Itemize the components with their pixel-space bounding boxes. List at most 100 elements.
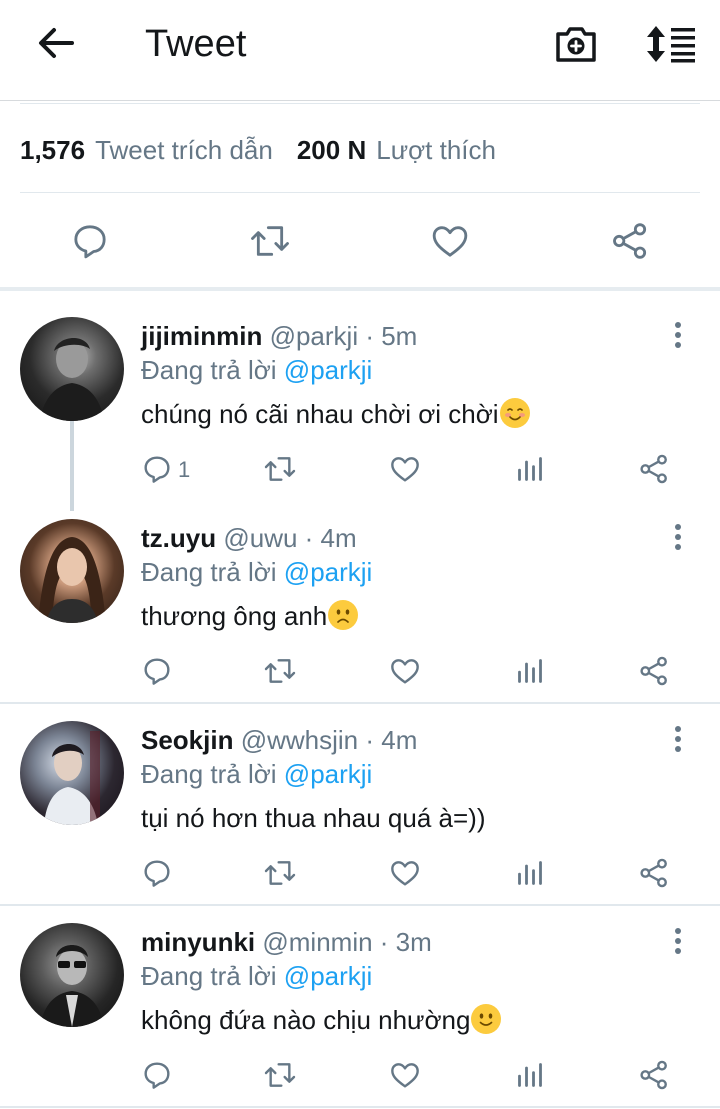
- reply-count: 1: [178, 457, 191, 482]
- divider: [0, 702, 720, 704]
- analytics-icon: [518, 1063, 542, 1087]
- like-button[interactable]: [385, 1055, 425, 1095]
- divider: [0, 1106, 720, 1108]
- divider: [0, 904, 720, 906]
- analytics-button[interactable]: [510, 651, 550, 691]
- more-options-button[interactable]: [660, 313, 696, 357]
- top-bar: Tweet: [0, 0, 720, 101]
- retweet-button[interactable]: [260, 1055, 300, 1095]
- retweet-button[interactable]: [260, 449, 300, 489]
- like-icon: [432, 226, 468, 257]
- likes-label[interactable]: Lượt thích: [376, 135, 496, 166]
- reply-header: jijiminmin @parkji · 5m: [141, 320, 417, 352]
- timestamp: · 3m: [379, 927, 432, 957]
- mention-link[interactable]: @parkji: [284, 961, 373, 991]
- reply-header: minyunki @minmin · 3m: [141, 926, 432, 958]
- quotes-count[interactable]: 1,576: [20, 135, 85, 166]
- more-options-button[interactable]: [660, 919, 696, 963]
- retweet-icon: [251, 226, 289, 256]
- display-name[interactable]: tz.uyu: [141, 523, 216, 553]
- camera-plus-icon: [556, 27, 596, 62]
- retweet-icon: [264, 1063, 296, 1087]
- quotes-label[interactable]: Tweet trích dẫn: [95, 135, 273, 166]
- reply-text: không đứa nào chịu nhường: [141, 1003, 502, 1037]
- like-button[interactable]: [385, 449, 425, 489]
- thread-connector: [70, 421, 74, 511]
- like-button[interactable]: [420, 211, 480, 271]
- share-button[interactable]: [600, 211, 660, 271]
- analytics-icon: [518, 457, 542, 481]
- display-name[interactable]: Seokjin: [141, 725, 233, 755]
- share-icon: [613, 223, 647, 259]
- divider: [20, 103, 700, 104]
- more-options-button[interactable]: [660, 515, 696, 559]
- reply-button[interactable]: [137, 449, 177, 489]
- user-handle[interactable]: @uwu: [223, 523, 297, 553]
- user-handle[interactable]: @minmin: [262, 927, 372, 957]
- reply-header: Seokjin @wwhsjin · 4m: [141, 724, 417, 756]
- analytics-button[interactable]: [510, 853, 550, 893]
- share-button[interactable]: [634, 651, 674, 691]
- share-icon: [640, 858, 667, 888]
- page-title: Tweet: [145, 23, 247, 65]
- retweet-icon: [264, 861, 296, 885]
- tweet-stats: 1,576 Tweet trích dẫn 200 N Lượt thích: [20, 128, 496, 172]
- retweet-icon: [264, 457, 296, 481]
- share-button[interactable]: [634, 449, 674, 489]
- timestamp: · 4m: [304, 523, 357, 553]
- like-icon: [391, 1063, 419, 1088]
- sort-icon: [647, 26, 695, 63]
- analytics-button[interactable]: [510, 1055, 550, 1095]
- reply-button[interactable]: [137, 853, 177, 893]
- smiling-blush-emoji-icon: [499, 398, 530, 428]
- retweet-button[interactable]: [260, 651, 300, 691]
- like-icon: [391, 457, 419, 482]
- like-button[interactable]: [385, 651, 425, 691]
- avatar[interactable]: [20, 923, 124, 1027]
- mention-link[interactable]: @parkji: [284, 355, 373, 385]
- reply-icon: [144, 658, 170, 685]
- analytics-button[interactable]: [510, 449, 550, 489]
- mention-link[interactable]: @parkji: [284, 557, 373, 587]
- camera-button[interactable]: [548, 16, 604, 72]
- user-handle[interactable]: @wwhsjin: [241, 725, 358, 755]
- display-name[interactable]: minyunki: [141, 927, 255, 957]
- reply-body: chúng nó cãi nhau chời ơi chời: [141, 399, 499, 429]
- user-handle[interactable]: @parkji: [270, 321, 359, 351]
- sort-button[interactable]: [640, 16, 704, 72]
- more-vertical-icon: [675, 726, 681, 752]
- replying-to: Đang trả lời @parkji: [141, 960, 372, 992]
- more-vertical-icon: [675, 322, 681, 348]
- like-button[interactable]: [385, 853, 425, 893]
- reply-icon: [144, 1062, 170, 1089]
- analytics-icon: [518, 659, 542, 683]
- reply-button[interactable]: [137, 1055, 177, 1095]
- share-icon: [640, 1060, 667, 1090]
- replying-to: Đang trả lời @parkji: [141, 556, 372, 588]
- display-name[interactable]: jijiminmin: [141, 321, 262, 351]
- replying-to: Đang trả lời @parkji: [141, 354, 372, 386]
- retweet-button[interactable]: [240, 211, 300, 271]
- frowning-emoji-icon: [328, 600, 359, 630]
- likes-count[interactable]: 200 N: [297, 135, 366, 166]
- timestamp: · 4m: [365, 725, 418, 755]
- share-button[interactable]: [634, 853, 674, 893]
- back-button[interactable]: [28, 18, 84, 68]
- avatar[interactable]: [20, 721, 124, 825]
- avatar[interactable]: [20, 519, 124, 623]
- replying-to: Đang trả lời @parkji: [141, 758, 372, 790]
- like-icon: [391, 861, 419, 886]
- more-options-button[interactable]: [660, 717, 696, 761]
- reply-body: thương ông anh: [141, 601, 328, 631]
- reply-button[interactable]: [60, 211, 120, 271]
- back-arrow-icon: [39, 28, 74, 58]
- timestamp: · 5m: [365, 321, 418, 351]
- retweet-button[interactable]: [260, 853, 300, 893]
- slight-smile-emoji-icon: [471, 1004, 502, 1034]
- reply-text: chúng nó cãi nhau chời ơi chời: [141, 397, 530, 431]
- mention-link[interactable]: @parkji: [284, 759, 373, 789]
- share-button[interactable]: [634, 1055, 674, 1095]
- reply-button[interactable]: [137, 651, 177, 691]
- more-vertical-icon: [675, 524, 681, 550]
- avatar[interactable]: [20, 317, 124, 421]
